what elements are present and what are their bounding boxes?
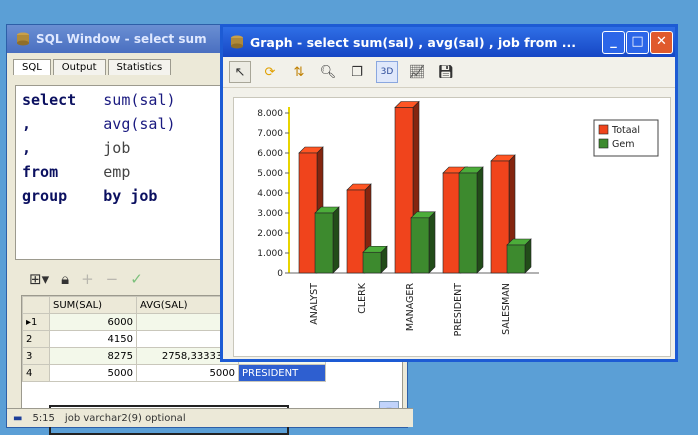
y-tick-label: 8.000: [257, 109, 283, 119]
grid-view-icon[interactable]: ⊞▾: [29, 270, 49, 288]
y-tick-label: 4.000: [257, 189, 283, 199]
tab-sql[interactable]: SQL: [13, 59, 51, 75]
y-tick-label: 2.000: [257, 229, 283, 239]
bar-totaal-manager: [394, 107, 414, 274]
cell-job[interactable]: PRESIDENT: [238, 364, 326, 382]
bar-chart: 0 1.000 2.000 3.000 4.000 5.000 6.000 7.000 8.00…: [257, 100, 659, 337]
bar-totaal-president: [442, 172, 462, 274]
sql-editor[interactable]: select sum(sal) , avg(sal) , job from em…: [15, 85, 221, 260]
sort-icon[interactable]: ⇅: [289, 62, 309, 82]
sql-keyword: ,: [22, 115, 32, 133]
bar-gem-manager: [410, 217, 430, 274]
zoom-icon[interactable]: 🔍︎: [318, 62, 338, 82]
x-tick-label: CLERK: [357, 282, 368, 314]
x-tick-label: ANALYST: [309, 283, 320, 325]
x-tick-label: SALESMAN: [501, 283, 512, 335]
graph-window-title: Graph - select sum(sal) , avg(sal) , job…: [250, 34, 576, 50]
y-tick-label: 1.000: [257, 249, 283, 259]
chart-area: 0 1.000 2.000 3.000 4.000 5.000 6.000 7.000 8.00…: [233, 97, 671, 357]
cell-sum[interactable]: 4150: [49, 330, 137, 348]
save-icon[interactable]: 💾︎: [436, 62, 456, 82]
bar-gem-president: [458, 172, 478, 274]
database-icon: [231, 35, 243, 49]
y-tick-label: 7.000: [257, 129, 283, 139]
sql-keyword: select: [22, 91, 77, 109]
y-tick-label: 0: [277, 269, 283, 279]
refresh-icon[interactable]: ⟳: [260, 62, 280, 82]
y-tick-label: 5.000: [257, 169, 283, 179]
lock-icon[interactable]: 🔒︎: [61, 270, 69, 288]
sql-keyword: ,: [22, 139, 32, 157]
sql-window-title: SQL Window - select sum: [36, 32, 207, 46]
tab-statistics[interactable]: Statistics: [107, 59, 172, 75]
status-indicator-icon: ▬: [13, 412, 23, 424]
row-number: 4: [22, 364, 50, 382]
sql-keyword: from: [22, 163, 59, 181]
legend-swatch: [598, 124, 609, 135]
sql-expression: avg(sal): [103, 115, 176, 133]
x-tick-label: PRESIDENT: [453, 283, 464, 337]
sql-expression: sum(sal): [103, 91, 176, 109]
editor-line: group by job: [22, 184, 220, 208]
cell-sum[interactable]: 8275: [49, 347, 137, 365]
minimize-button[interactable]: _: [602, 31, 625, 54]
editor-line: from emp: [22, 160, 220, 184]
cell-avg[interactable]: 5000: [136, 364, 239, 382]
bar-totaal-clerk: [346, 189, 366, 274]
close-button[interactable]: ✕: [650, 31, 673, 54]
grid-toolbar: ⊞▾ 🔒︎ + − ✓: [15, 265, 229, 293]
maximize-button[interactable]: □: [626, 31, 649, 54]
sql-keyword: group: [22, 187, 68, 205]
delete-record-button[interactable]: −: [106, 270, 119, 288]
bar-side: [476, 166, 484, 274]
y-tick-label: 6.000: [257, 149, 283, 159]
row-number: 3: [22, 347, 50, 365]
sql-expression: emp: [103, 163, 131, 181]
row-number: 2: [22, 330, 50, 348]
legend-label: Totaal: [611, 125, 640, 136]
x-tick-label: MANAGER: [405, 283, 416, 331]
bar-gem-analyst: [314, 212, 334, 274]
cell-sum[interactable]: 5000: [49, 364, 137, 382]
toggle-3d-button[interactable]: 3D: [376, 61, 398, 83]
sql-expression: job: [103, 139, 131, 157]
status-bar: ▬ 5:15 job varchar2(9) optional: [7, 408, 413, 427]
bar-side: [428, 211, 436, 274]
bar-gem-salesman: [506, 244, 526, 274]
database-icon: [17, 32, 29, 46]
editor-line: select sum(sal): [22, 88, 220, 112]
tab-output[interactable]: Output: [52, 59, 106, 75]
editor-line: , avg(sal): [22, 112, 220, 136]
table-row[interactable]: 4 5000 5000 PRESIDENT: [22, 364, 326, 382]
graph-window-titlebar[interactable]: Graph - select sum(sal) , avg(sal) , job…: [223, 27, 675, 57]
bar-totaal-analyst: [298, 152, 318, 274]
cursor-position: 5:15: [32, 412, 55, 424]
select-arrow-icon[interactable]: ↖: [229, 61, 251, 83]
graph-toolbar: ↖ ⟳ ⇅ 🔍︎ ❐ 3D 📈︎ 💾︎: [223, 57, 675, 88]
editor-line: , job: [22, 136, 220, 160]
bar-gem-clerk: [362, 251, 382, 274]
row-number: ▸1: [22, 313, 50, 331]
legend-label: Gem: [612, 139, 634, 150]
copy-icon[interactable]: ❐: [347, 62, 367, 82]
legend-swatch: [598, 138, 609, 149]
row-number-header: [22, 296, 50, 314]
sql-expression: by job: [103, 187, 158, 205]
bar-side: [332, 206, 340, 274]
y-tick-label: 3.000: [257, 209, 283, 219]
status-text: job varchar2(9) optional: [64, 412, 186, 424]
add-record-button[interactable]: +: [81, 270, 94, 288]
post-record-button[interactable]: ✓: [130, 270, 143, 288]
graph-window[interactable]: Graph - select sum(sal) , avg(sal) , job…: [220, 24, 678, 362]
column-header-sum-sal[interactable]: SUM(SAL): [49, 296, 137, 314]
chart-type-icon[interactable]: 📈︎: [407, 62, 427, 82]
cell-sum[interactable]: 6000: [49, 313, 137, 331]
bar-totaal-salesman: [490, 160, 510, 274]
